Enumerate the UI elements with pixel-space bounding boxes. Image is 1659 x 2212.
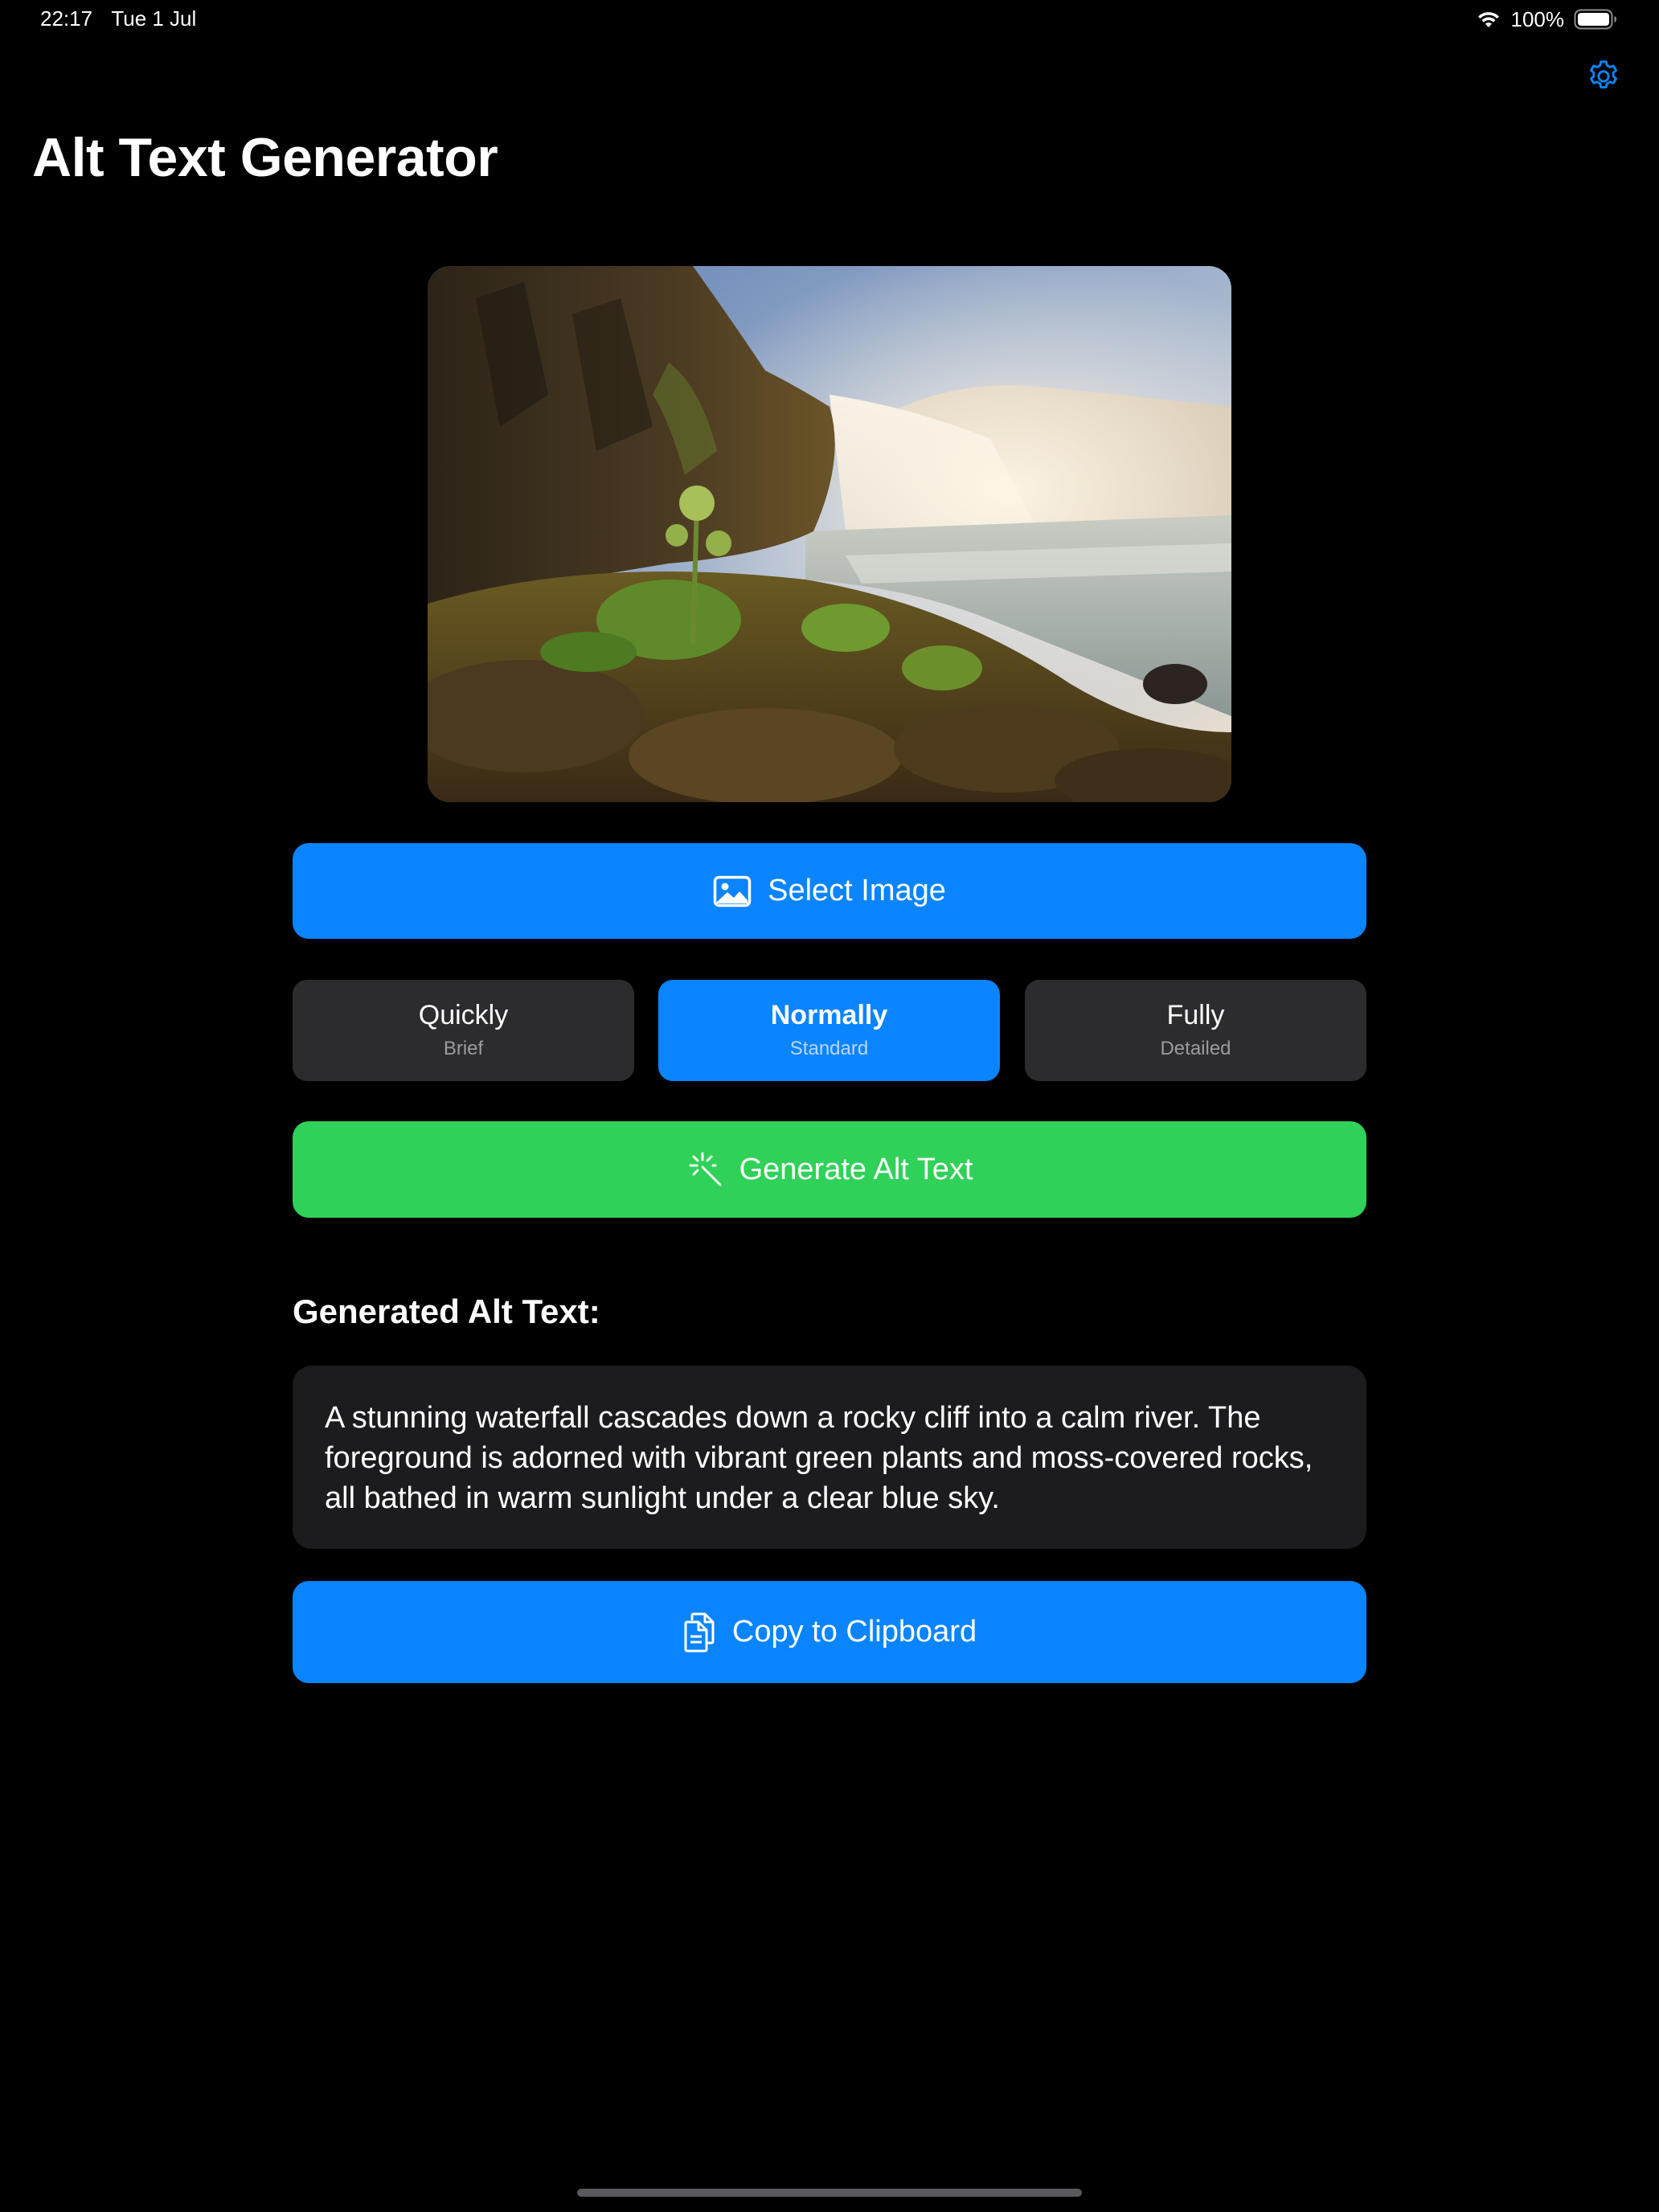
detail-option-title: Fully <box>1166 1000 1225 1030</box>
detail-option-title: Quickly <box>418 1000 509 1030</box>
select-image-label: Select Image <box>768 874 946 907</box>
copy-to-clipboard-label: Copy to Clipboard <box>731 1615 977 1649</box>
documents-icon <box>682 1612 716 1653</box>
status-time: 22:17 <box>40 6 93 31</box>
select-image-button[interactable]: Select Image <box>293 843 1366 939</box>
battery-percentage: 100% <box>1510 6 1565 31</box>
gear-icon <box>1585 58 1622 99</box>
detail-option-title: Normally <box>770 1000 888 1030</box>
waterfall-photo <box>428 266 1231 802</box>
detail-option-subtitle: Brief <box>443 1038 484 1059</box>
alt-text-result: A stunning waterfall cascades down a roc… <box>325 1401 1313 1515</box>
status-clock: 22:17 Tue 1 Jul <box>40 6 196 31</box>
sparkle-icon <box>686 1151 723 1188</box>
detail-option-subtitle: Detailed <box>1160 1038 1231 1059</box>
result-heading: Generated Alt Text: <box>293 1292 600 1330</box>
photo-icon <box>713 875 752 907</box>
status-date: Tue 1 Jul <box>111 6 197 31</box>
alt-text-result-box: A stunning waterfall cascades down a roc… <box>293 1366 1366 1549</box>
generate-alt-text-button[interactable]: Generate Alt Text <box>293 1121 1366 1218</box>
battery-icon <box>1574 9 1617 30</box>
home-indicator[interactable] <box>577 2189 1082 2197</box>
image-preview <box>428 266 1231 802</box>
detail-option-fully[interactable]: Fully Detailed <box>1025 980 1366 1081</box>
settings-button[interactable] <box>1583 58 1624 98</box>
status-indicators: 100% <box>1476 6 1618 32</box>
detail-option-normally[interactable]: Normally Standard <box>658 980 1000 1081</box>
wifi-icon <box>1476 10 1501 29</box>
detail-option-subtitle: Standard <box>789 1038 869 1059</box>
page-title: Alt Text Generator <box>32 127 498 188</box>
detail-option-quickly[interactable]: Quickly Brief <box>293 980 634 1081</box>
copy-to-clipboard-button[interactable]: Copy to Clipboard <box>293 1581 1366 1683</box>
generate-alt-text-label: Generate Alt Text <box>739 1152 973 1186</box>
